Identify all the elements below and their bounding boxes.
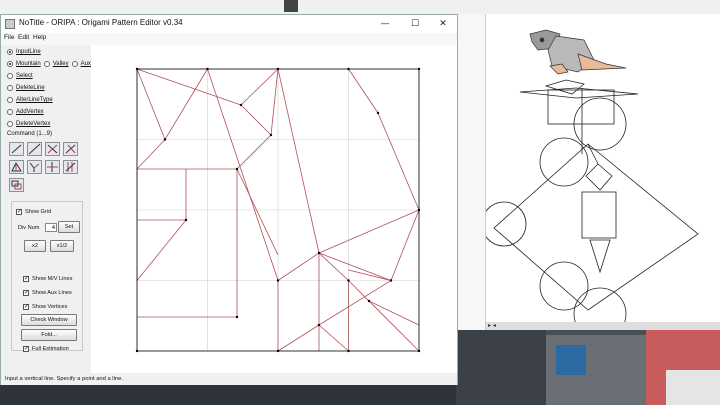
bisector-tool-button[interactable]	[45, 142, 60, 156]
aux-label[interactable]: Aux	[81, 61, 91, 67]
check-window-button[interactable]: Check Window	[21, 314, 77, 326]
folded-model-diagram	[481, 29, 699, 341]
menu-file[interactable]: File	[4, 34, 14, 41]
command-label: Command (1...9)	[7, 131, 53, 137]
div-num-input[interactable]: 4	[45, 223, 57, 232]
minimize-button[interactable]: —	[375, 17, 395, 31]
desktop-bottom	[0, 385, 456, 405]
document-status: ▸ ◂	[486, 322, 720, 330]
pbisector-tool-button[interactable]	[63, 160, 78, 174]
segment-tool-button[interactable]	[9, 142, 24, 156]
line-type-row: Mountain Valley Aux	[7, 59, 91, 69]
symmetric-icon	[29, 162, 40, 172]
div-num-label: Div Num	[18, 224, 40, 231]
status-bar: Input a vertical line. Specify a point a…	[1, 373, 457, 385]
show-mv-lines-checkbox[interactable]: ✓ Show M/V Lines	[23, 274, 72, 283]
mode-select[interactable]: Select	[7, 71, 33, 81]
mode-delete-vertex[interactable]: DeleteVertex	[7, 119, 50, 129]
webcam-background	[456, 330, 720, 405]
show-aux-lines-checkbox[interactable]: ✓ Show Aux Lines	[23, 288, 72, 297]
mirror-tool-button[interactable]	[45, 160, 60, 174]
reference-document-window: ▸ ◂	[458, 14, 720, 341]
window-title: NoTitle - ORIPA : Origami Pattern Editor…	[19, 18, 183, 27]
radio-icon	[7, 109, 13, 115]
crease-pattern-svg[interactable]	[91, 45, 457, 375]
menu-edit[interactable]: Edit	[18, 34, 29, 41]
checkbox-icon: ✓	[23, 275, 30, 282]
triangle-icon	[11, 161, 22, 172]
fold-button[interactable]: Fold...	[21, 329, 77, 341]
mouse-figure	[529, 29, 627, 75]
show-grid-checkbox[interactable]: ✓ Show Grid	[16, 207, 51, 216]
mode-delete-line[interactable]: DeleteLine	[7, 83, 45, 93]
mountain-label[interactable]: Mountain	[16, 61, 41, 67]
crease-pattern-canvas[interactable]	[91, 45, 457, 375]
valley-radio-icon[interactable]	[43, 61, 50, 67]
title-bar: NoTitle - ORIPA : Origami Pattern Editor…	[1, 15, 457, 33]
set-button[interactable]: Set	[58, 221, 80, 233]
mirror-icon	[47, 162, 58, 172]
pbisector-icon	[65, 162, 76, 172]
full-estimation-checkbox[interactable]: ✓ Full Estimation	[23, 344, 69, 353]
radio-icon	[7, 73, 13, 79]
half-button[interactable]: x1/2	[50, 240, 74, 252]
checkbox-icon: ✓	[23, 303, 30, 310]
segment-icon	[11, 144, 22, 154]
mode-input-line[interactable]: InputLine	[7, 47, 41, 57]
symmetric-tool-button[interactable]	[27, 160, 42, 174]
document-page	[481, 14, 720, 341]
copy-paste-tool-button[interactable]	[9, 178, 24, 192]
radio-icon	[7, 97, 13, 103]
mode-alter-line-type[interactable]: AlterLineType	[7, 95, 53, 105]
bisector-icon	[47, 144, 58, 154]
radio-icon	[7, 85, 13, 91]
mode-add-vertex[interactable]: AddVertex	[7, 107, 44, 117]
tool-panel: InputLine Mountain Valley Aux Select Del…	[1, 45, 91, 373]
mountain-radio-icon[interactable]	[7, 61, 13, 67]
checkbox-icon: ✓	[16, 208, 23, 215]
perpendicular-icon	[65, 144, 76, 154]
menu-help[interactable]: Help	[33, 34, 46, 41]
close-button[interactable]: ✕	[433, 17, 453, 31]
oripa-window: NoTitle - ORIPA : Origami Pattern Editor…	[0, 14, 458, 385]
show-vertices-checkbox[interactable]: ✓ Show Vertices	[23, 302, 67, 311]
document-sidebar	[458, 14, 486, 330]
background-window-button[interactable]	[284, 0, 298, 12]
line-icon	[28, 143, 41, 155]
desktop-top-strip	[0, 0, 720, 14]
aux-radio-icon[interactable]	[71, 61, 78, 67]
x2-button[interactable]: x2	[24, 240, 46, 252]
maximize-button[interactable]: ☐	[405, 17, 425, 31]
line-tool-button[interactable]	[27, 142, 42, 156]
checkbox-icon: ✓	[23, 345, 30, 352]
base-diagram	[481, 79, 699, 341]
valley-label[interactable]: Valley	[53, 61, 69, 67]
app-icon	[5, 19, 15, 29]
copy-paste-icon	[11, 180, 22, 190]
triangle-tool-button[interactable]	[9, 160, 24, 174]
perpendicular-tool-button[interactable]	[63, 142, 78, 156]
radio-icon	[7, 121, 13, 127]
checkbox-icon: ✓	[23, 289, 30, 296]
radio-icon	[7, 49, 13, 55]
menu-bar: File Edit Help	[1, 33, 457, 45]
